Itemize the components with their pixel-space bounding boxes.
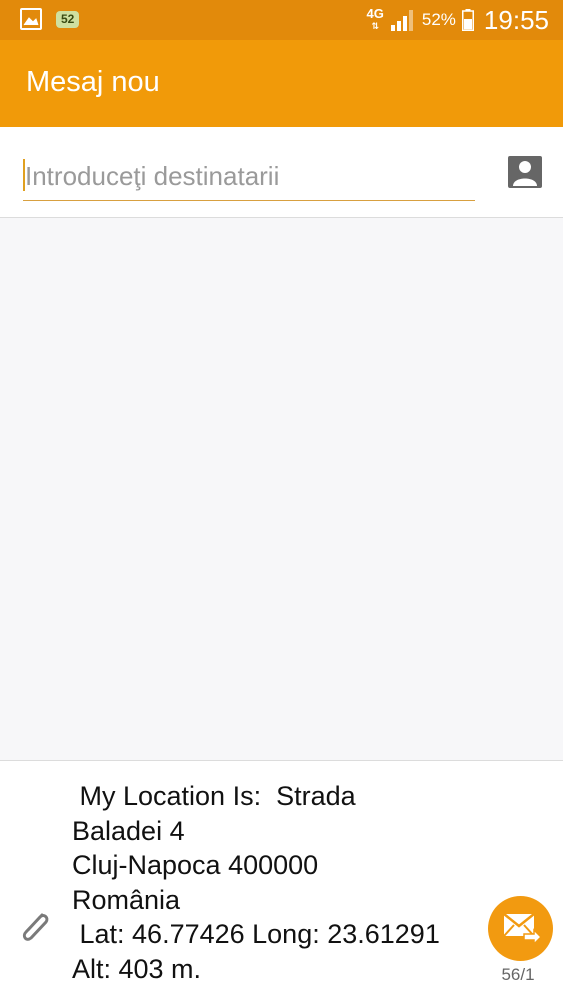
text-cursor [23,159,25,191]
page-title: Mesaj nou [26,66,160,98]
battery-percent: 52% [421,10,456,29]
battery-icon [461,9,474,31]
char-count: 56/1 [501,965,535,984]
clock: 19:55 [483,4,549,35]
message-body[interactable]: My Location Is: Strada Baladei 4 Cluj-Na… [72,779,482,986]
contact-icon[interactable] [508,156,542,188]
signal-icon [390,10,413,31]
send-mail-icon [503,913,542,946]
network-type: 4G ⇅ [366,6,384,31]
notification-badge: 52 [56,11,80,28]
gallery-icon [20,8,42,30]
send-button[interactable] [488,896,553,961]
message-thread-area [0,218,563,760]
composer: My Location Is: Strada Baladei 4 Cluj-Na… [0,760,563,1000]
recipients-input[interactable] [23,157,475,201]
recipients-bar [0,127,563,218]
status-bar: 52 4G ⇅ 52% 19:55 [0,0,563,40]
app-bar: Mesaj nou [0,40,563,127]
paperclip-icon[interactable] [16,905,54,949]
